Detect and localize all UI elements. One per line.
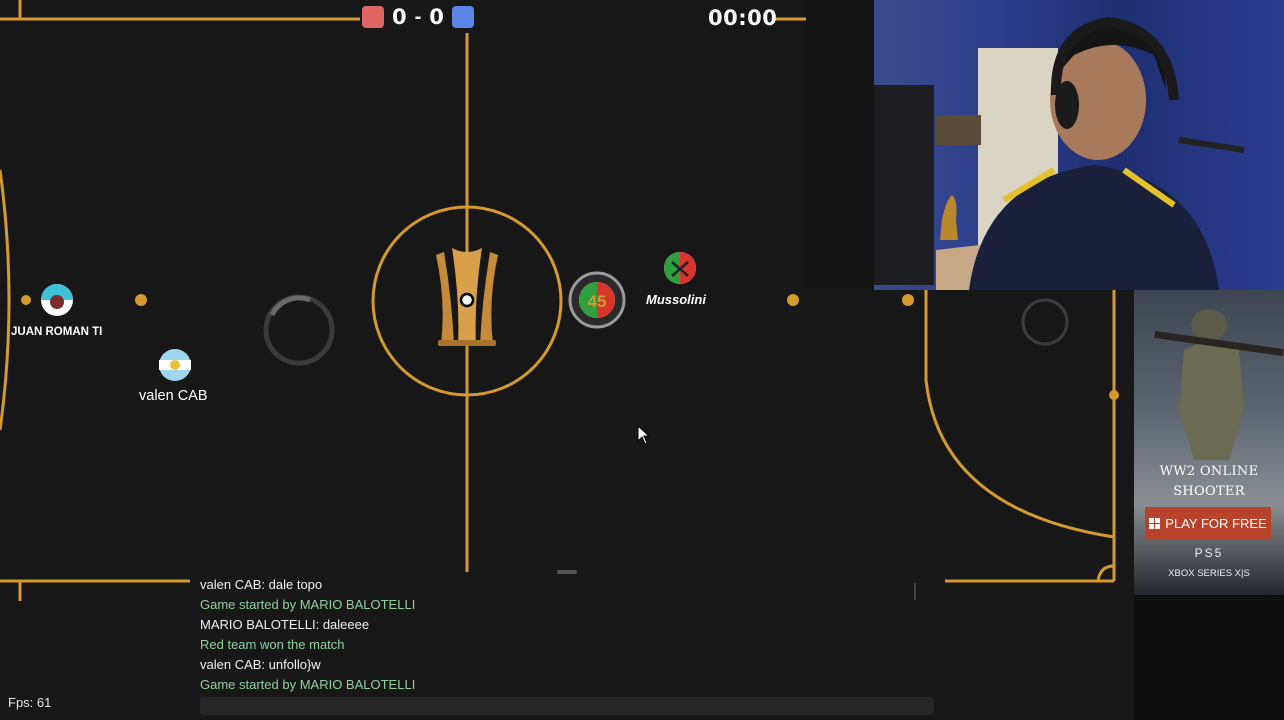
ad-headline-line2: SHOOTER — [1173, 484, 1245, 499]
player-juan-avatar[interactable] — [41, 284, 73, 316]
blue-team-indicator — [451, 6, 474, 28]
chat-resize-handle[interactable] — [557, 570, 577, 574]
red-score: 0 — [392, 5, 407, 29]
scoreboard: 0 - 0 — [362, 5, 474, 29]
webcam-overlay — [874, 0, 1284, 290]
right-goal-post-marker — [902, 294, 914, 306]
chat-notice: Game started by MARIO BALOTELLI — [200, 677, 416, 692]
red-team-indicator — [362, 6, 384, 28]
windows-icon — [1149, 517, 1161, 529]
chat-log: valen CAB: dale topo Game started by MAR… — [200, 575, 940, 695]
chat-input[interactable] — [200, 697, 934, 715]
mouse-cursor-icon — [637, 425, 651, 445]
chat-message: MARIO BALOTELLI: daleeee — [200, 617, 370, 632]
player-name-mussolini: Mussolini — [646, 292, 706, 307]
play-for-free-label: PLAY FOR FREE — [1165, 515, 1267, 531]
match-timer: 00:00 — [708, 6, 778, 30]
webcam-border — [806, 0, 874, 290]
ad-soldier-image — [1154, 309, 1284, 460]
ball[interactable] — [459, 292, 475, 308]
left-goal-area — [0, 169, 11, 431]
score-separator: - — [414, 5, 422, 28]
chat-message: valen CAB: dale topo — [200, 577, 323, 592]
player-self-avatar[interactable]: 45 — [568, 271, 626, 329]
kick-ring-right — [1021, 298, 1069, 346]
player-name-valen: valen CAB — [139, 388, 208, 404]
play-for-free-button[interactable]: PLAY FOR FREE — [1145, 507, 1271, 539]
chat-message: valen CAB: unfollo}w — [200, 657, 321, 672]
fps-counter: Fps: 61 — [8, 695, 52, 710]
right-corner-arc — [1096, 564, 1115, 582]
player-name-juan: JUAN ROMAN TI — [11, 326, 103, 338]
left-goal-post-marker — [21, 295, 31, 305]
player-valen-avatar[interactable] — [159, 349, 191, 381]
kick-ring-left-arc — [269, 295, 311, 317]
left-marker — [135, 294, 147, 306]
ad-headline-line1: WW2 ONLINE — [1159, 464, 1259, 479]
ad-headline: WW2 ONLINE SHOOTER — [1134, 462, 1284, 502]
chat-notice: Red team won the match — [200, 637, 345, 652]
blue-score: 0 — [429, 5, 444, 29]
right-goal-post-dot — [1109, 390, 1119, 400]
chat-notice: Game started by MARIO BALOTELLI — [200, 597, 416, 612]
ps5-platform-label: PS5 — [1194, 546, 1224, 560]
right-marker — [787, 294, 799, 306]
advertisement[interactable]: WW2 ONLINE SHOOTER PLAY FOR FREE PS5 XBO… — [1134, 290, 1284, 595]
player-self-number: 45 — [588, 292, 607, 311]
sidebar-filler — [1134, 595, 1284, 720]
right-goal-area — [924, 290, 1115, 539]
xbox-platform-label: XBOX SERIES X|S — [1168, 568, 1250, 579]
player-mussolini-avatar[interactable] — [664, 252, 696, 284]
webcam-scene — [874, 16, 1245, 290]
